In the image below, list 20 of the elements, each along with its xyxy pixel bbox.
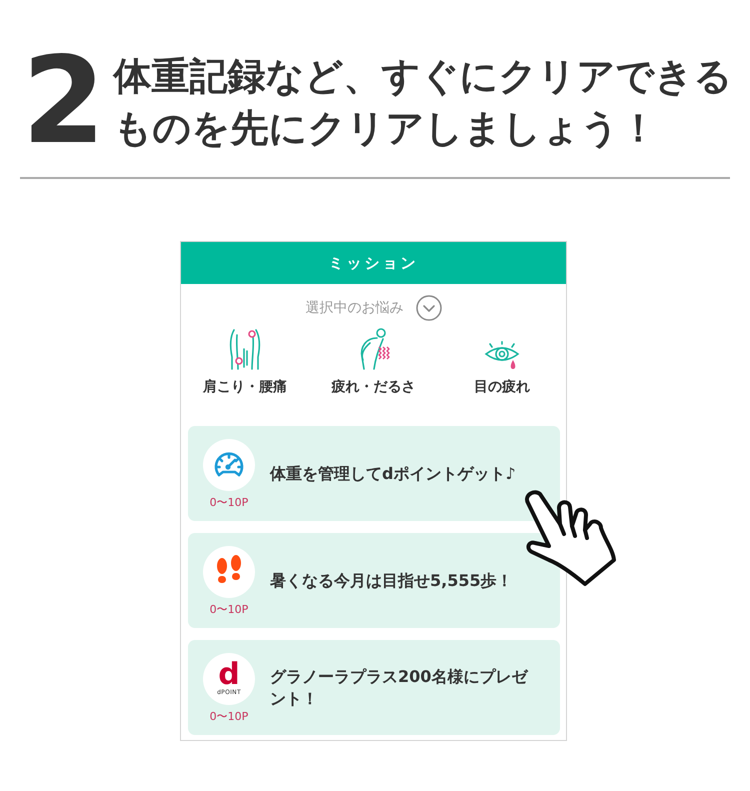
mission-card[interactable]: 0〜10P 体重を管理してdポイントゲット♪: [188, 426, 560, 521]
chevron-down-icon[interactable]: [416, 295, 442, 321]
concern-label[interactable]: 肩こり・腰痛: [203, 378, 288, 396]
concern-label[interactable]: 疲れ・だるさ: [331, 378, 416, 396]
points-label: 0〜10P: [210, 710, 248, 722]
concerns-label: 選択中のお悩み: [306, 299, 404, 317]
mission-text: 体重を管理してdポイントゲット♪: [270, 462, 517, 484]
mission-text: 暑くなる今月は目指せ5,555歩！: [270, 570, 514, 592]
concern-label[interactable]: 目の疲れ: [474, 378, 530, 396]
mission-text: グラノーラプラス200名様にプレゼント！: [270, 666, 530, 710]
points-label: 0〜10P: [210, 602, 248, 616]
gauge-icon: [203, 438, 255, 490]
mission-card[interactable]: 0〜10P 暑くなる今月は目指せ5,555歩！: [188, 533, 560, 628]
panel-title: ミッション: [181, 242, 566, 284]
footprints-icon: [203, 546, 255, 598]
eye-icon: [484, 341, 520, 371]
step-number: 2: [22, 42, 106, 162]
step-heading: 体重記録など、すぐにクリアできる ものを先にクリアしましょう！: [114, 53, 732, 152]
logo-mark: d: [218, 660, 240, 688]
points-label: 0〜10P: [210, 496, 248, 508]
